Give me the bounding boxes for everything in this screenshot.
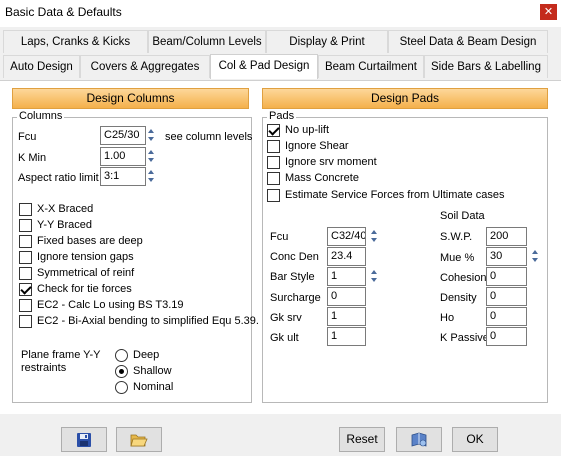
mass-concrete-label: Mass Concrete (285, 172, 359, 184)
ec2-biaxial-label: EC2 - Bi-Axial bending to simplified Equ… (37, 315, 259, 327)
tab-strip: Laps, Cranks & Kicks Beam/Column Levels … (0, 27, 561, 81)
swp-field[interactable]: 200 (486, 227, 527, 246)
fixed-bases-deep-label: Fixed bases are deep (37, 235, 143, 247)
design-columns-header[interactable]: Design Columns (12, 88, 249, 109)
tab-side-bars-labelling[interactable]: Side Bars & Labelling (424, 55, 548, 78)
title-bar: Basic Data & Defaults ✕ (0, 0, 561, 27)
tab-display-print[interactable]: Display & Print (266, 30, 388, 53)
soil-data-label: Soil Data (440, 210, 485, 222)
pad-fcu-label: Fcu (270, 231, 289, 243)
no-uplift-label: No up-lift (285, 124, 330, 136)
pad-fcu-spinner[interactable] (370, 227, 379, 246)
check-tie-forces-label: Check for tie forces (37, 283, 132, 295)
bar-style-label: Bar Style (270, 271, 315, 283)
ec2-calc-lo-label: EC2 - Calc Lo using BS T3.19 (37, 299, 184, 311)
ignore-tension-gaps-checkbox[interactable] (19, 251, 32, 264)
estimate-service-forces-checkbox[interactable] (267, 189, 280, 202)
gk-srv-label: Gk srv (270, 312, 302, 324)
check-tie-forces-checkbox[interactable] (19, 283, 32, 296)
restraint-shallow-radio[interactable] (115, 365, 128, 378)
gk-ult-field[interactable]: 1 (327, 327, 366, 346)
mue-label: Mue % (440, 252, 475, 264)
conc-den-label: Conc Den (270, 251, 319, 263)
pad-fcu-field[interactable]: C32/40 (327, 227, 366, 246)
restraint-deep-label: Deep (133, 349, 160, 361)
ec2-biaxial-checkbox[interactable] (19, 315, 32, 328)
symmetrical-reinf-label: Symmetrical of reinf (37, 267, 135, 279)
aspect-ratio-field[interactable]: 3:1 (100, 167, 146, 186)
mass-concrete-checkbox[interactable] (267, 172, 280, 185)
restraint-nominal-label: Nominal (133, 381, 174, 393)
bar-style-spinner[interactable] (370, 267, 379, 286)
fixed-bases-deep-checkbox[interactable] (19, 235, 32, 248)
kmin-field[interactable]: 1.00 (100, 147, 146, 166)
window-title: Basic Data & Defaults (5, 5, 122, 19)
tab-covers-aggregates[interactable]: Covers & Aggregates (80, 55, 210, 78)
no-uplift-checkbox[interactable] (267, 124, 280, 137)
plane-frame-label: Plane frame Y-Y (21, 349, 101, 361)
symmetrical-reinf-checkbox[interactable] (19, 267, 32, 280)
mue-spinner[interactable] (531, 247, 540, 266)
ok-button[interactable]: OK (452, 427, 498, 452)
open-folder-icon (130, 434, 148, 447)
bar-style-field[interactable]: 1 (327, 267, 366, 286)
surcharge-field[interactable]: 0 (327, 287, 366, 306)
open-folder-button[interactable] (116, 427, 162, 452)
xx-braced-label: X-X Braced (37, 203, 94, 215)
kmin-spinner[interactable] (147, 147, 156, 166)
close-button[interactable]: ✕ (540, 4, 557, 20)
estimate-service-forces-label: Estimate Service Forces from Ultimate ca… (285, 189, 505, 201)
tab-laps-cranks-kicks[interactable]: Laps, Cranks & Kicks (3, 30, 148, 53)
kpassive-label: K Passive (440, 332, 489, 344)
aspect-ratio-spinner[interactable] (147, 167, 156, 186)
ignore-tension-gaps-label: Ignore tension gaps (37, 251, 134, 263)
tab-beam-column-levels[interactable]: Beam/Column Levels (148, 30, 266, 53)
restraint-nominal-radio[interactable] (115, 381, 128, 394)
density-label: Density (440, 292, 477, 304)
restraint-shallow-label: Shallow (133, 365, 172, 377)
ignore-srv-moment-checkbox[interactable] (267, 156, 280, 169)
tab-beam-curtailment[interactable]: Beam Curtailment (318, 55, 424, 78)
conc-den-field[interactable]: 23.4 (327, 247, 366, 266)
save-button[interactable] (61, 427, 107, 452)
restraint-deep-radio[interactable] (115, 349, 128, 362)
restraints-label: restraints (21, 362, 67, 374)
aspect-ratio-label: Aspect ratio limit (18, 172, 99, 184)
ec2-calc-lo-checkbox[interactable] (19, 299, 32, 312)
tab-auto-design[interactable]: Auto Design (3, 55, 80, 78)
help-book-icon (411, 432, 427, 447)
gk-srv-field[interactable]: 1 (327, 307, 366, 326)
tab-steel-data-beam-design[interactable]: Steel Data & Beam Design (388, 30, 548, 53)
kpassive-field[interactable]: 0 (486, 327, 527, 346)
gk-ult-label: Gk ult (270, 332, 299, 344)
density-field[interactable]: 0 (486, 287, 527, 306)
ho-label: Ho (440, 312, 455, 324)
cohesion-label: Cohesion (440, 272, 487, 284)
column-fcu-spinner[interactable] (147, 126, 156, 145)
floppy-disk-icon (77, 433, 91, 447)
help-button[interactable] (396, 427, 442, 452)
surcharge-label: Surcharge (270, 292, 321, 304)
ignore-shear-label: Ignore Shear (285, 140, 349, 152)
yy-braced-checkbox[interactable] (19, 219, 32, 232)
yy-braced-label: Y-Y Braced (37, 219, 93, 231)
tab-col-pad-design[interactable]: Col & Pad Design (210, 54, 318, 79)
columns-group-title: Columns (17, 110, 65, 122)
ignore-srv-moment-label: Ignore srv moment (285, 156, 377, 168)
xx-braced-checkbox[interactable] (19, 203, 32, 216)
ho-field[interactable]: 0 (486, 307, 527, 326)
cohesion-field[interactable]: 0 (486, 267, 527, 286)
mue-field[interactable]: 30 (486, 247, 527, 266)
pads-group-title: Pads (267, 110, 297, 122)
design-pads-header[interactable]: Design Pads (262, 88, 548, 109)
kmin-label: K Min (18, 152, 47, 164)
column-fcu-label: Fcu (18, 131, 37, 143)
ignore-shear-checkbox[interactable] (267, 140, 280, 153)
column-fcu-field[interactable]: C25/30 (100, 126, 146, 145)
see-column-levels-label: see column levels (165, 131, 253, 143)
reset-button[interactable]: Reset (339, 427, 385, 452)
swp-label: S.W.P. (440, 231, 473, 243)
